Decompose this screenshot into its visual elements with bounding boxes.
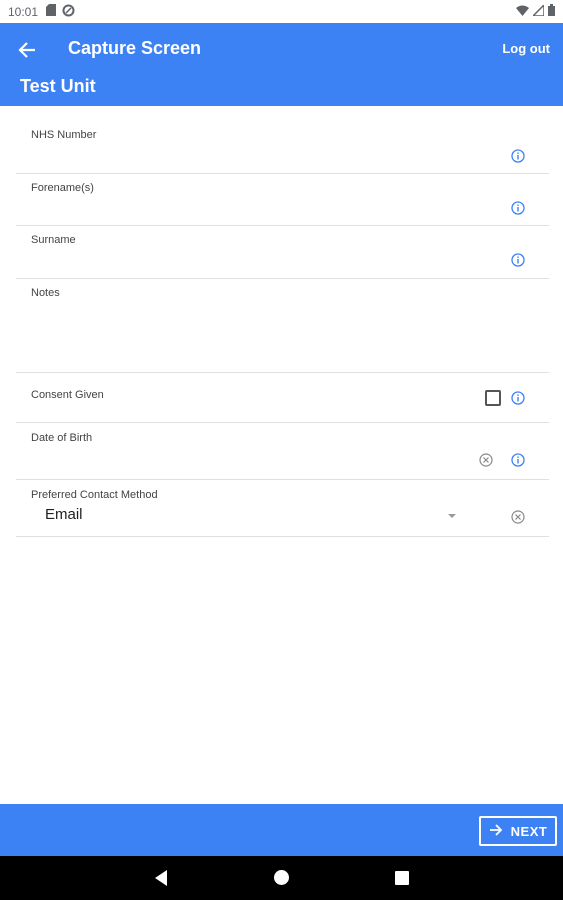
app-bar: Capture Screen Log out Test Unit <box>0 23 563 106</box>
battery-icon <box>548 4 555 19</box>
arrow-back-icon[interactable] <box>14 37 40 63</box>
bottom-bar: NEXT <box>0 804 563 856</box>
nav-recents-icon[interactable] <box>395 871 409 885</box>
surname-label: Surname <box>31 234 76 246</box>
logout-button[interactable]: Log out <box>502 41 550 56</box>
nav-home-icon[interactable] <box>274 870 289 885</box>
notes-label: Notes <box>31 287 60 299</box>
clear-icon[interactable] <box>511 510 525 524</box>
info-icon[interactable] <box>511 253 525 267</box>
forenames-field[interactable]: Forename(s) <box>16 174 549 226</box>
consent-label: Consent Given <box>31 389 104 401</box>
dob-label: Date of Birth <box>31 432 93 444</box>
clear-icon[interactable] <box>479 453 493 467</box>
consent-checkbox[interactable] <box>485 390 501 406</box>
forenames-label: Forename(s) <box>31 182 94 194</box>
consent-field: Consent Given <box>16 373 549 423</box>
sd-card-icon <box>46 4 57 19</box>
contact-method-field[interactable]: Preferred Contact Method Email <box>16 480 549 537</box>
page-title: Capture Screen <box>68 38 202 58</box>
system-nav-bar <box>0 856 563 900</box>
signal-icon <box>531 2 545 19</box>
nhs-number-field[interactable]: NHS Number <box>16 121 549 174</box>
next-button[interactable]: NEXT <box>479 816 557 846</box>
status-bar: 10:01 <box>0 0 563 23</box>
data-saver-icon <box>62 4 75 20</box>
notes-field[interactable]: Notes <box>16 279 549 373</box>
wifi-icon <box>516 5 529 19</box>
info-icon[interactable] <box>511 201 525 215</box>
info-icon[interactable] <box>511 149 525 163</box>
nav-back-icon[interactable] <box>155 870 167 886</box>
info-icon[interactable] <box>511 453 525 467</box>
next-label: NEXT <box>510 823 548 839</box>
contact-method-select[interactable]: Email <box>45 506 83 523</box>
info-icon[interactable] <box>511 391 525 405</box>
nhs-number-label: NHS Number <box>31 129 97 141</box>
arrow-forward-icon <box>489 823 503 839</box>
page-subtitle: Test Unit <box>20 76 96 96</box>
contact-method-label: Preferred Contact Method <box>31 489 158 501</box>
surname-field[interactable]: Surname <box>16 226 549 279</box>
dob-field[interactable]: Date of Birth <box>16 423 549 480</box>
status-time: 10:01 <box>8 4 39 19</box>
dropdown-arrow-icon[interactable] <box>448 514 456 518</box>
capture-form: NHS Number Forename(s) Surname Notes Con… <box>16 121 549 537</box>
